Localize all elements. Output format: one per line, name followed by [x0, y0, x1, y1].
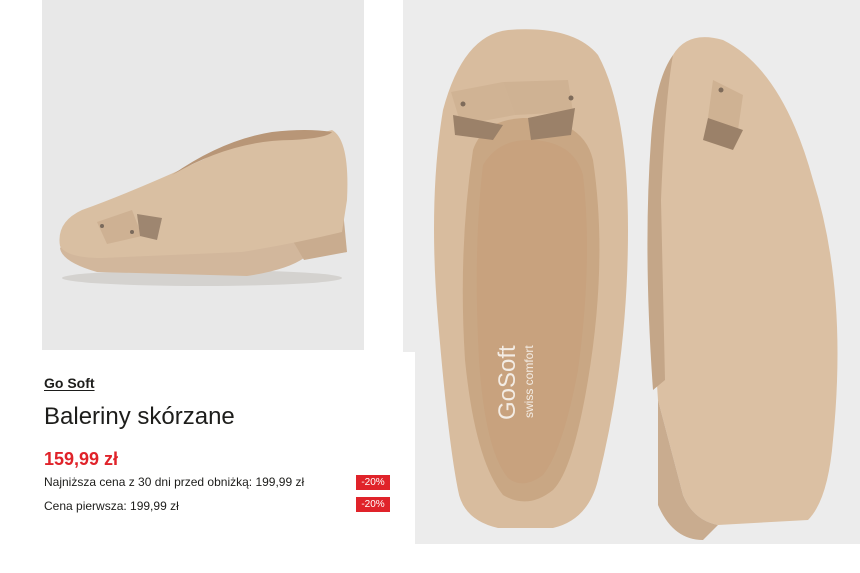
product-title: Baleriny skórzane [44, 403, 235, 430]
product-gallery-image[interactable]: GoSoft swiss comfort [403, 0, 860, 544]
insole-logo-brand: GoSoft [494, 345, 521, 420]
product-price: 159,99 zł [44, 449, 119, 469]
first-price: Cena pierwsza: 199,99 zł [44, 499, 179, 513]
discount-badge-lowest: -20% [356, 475, 390, 490]
main-product-image[interactable] [42, 0, 364, 350]
insole-logo: GoSoft swiss comfort [494, 345, 536, 420]
shoe-top-and-side-views: GoSoft swiss comfort [403, 0, 860, 544]
insole-logo-tagline: swiss comfort [522, 345, 536, 418]
shoe-side-view [42, 0, 364, 350]
discount-badge-first: -20% [356, 497, 390, 512]
brand-link[interactable]: Go Soft [44, 375, 95, 391]
lowest-price-30-days: Najniższa cena z 30 dni przed obniżką: 1… [44, 475, 305, 489]
